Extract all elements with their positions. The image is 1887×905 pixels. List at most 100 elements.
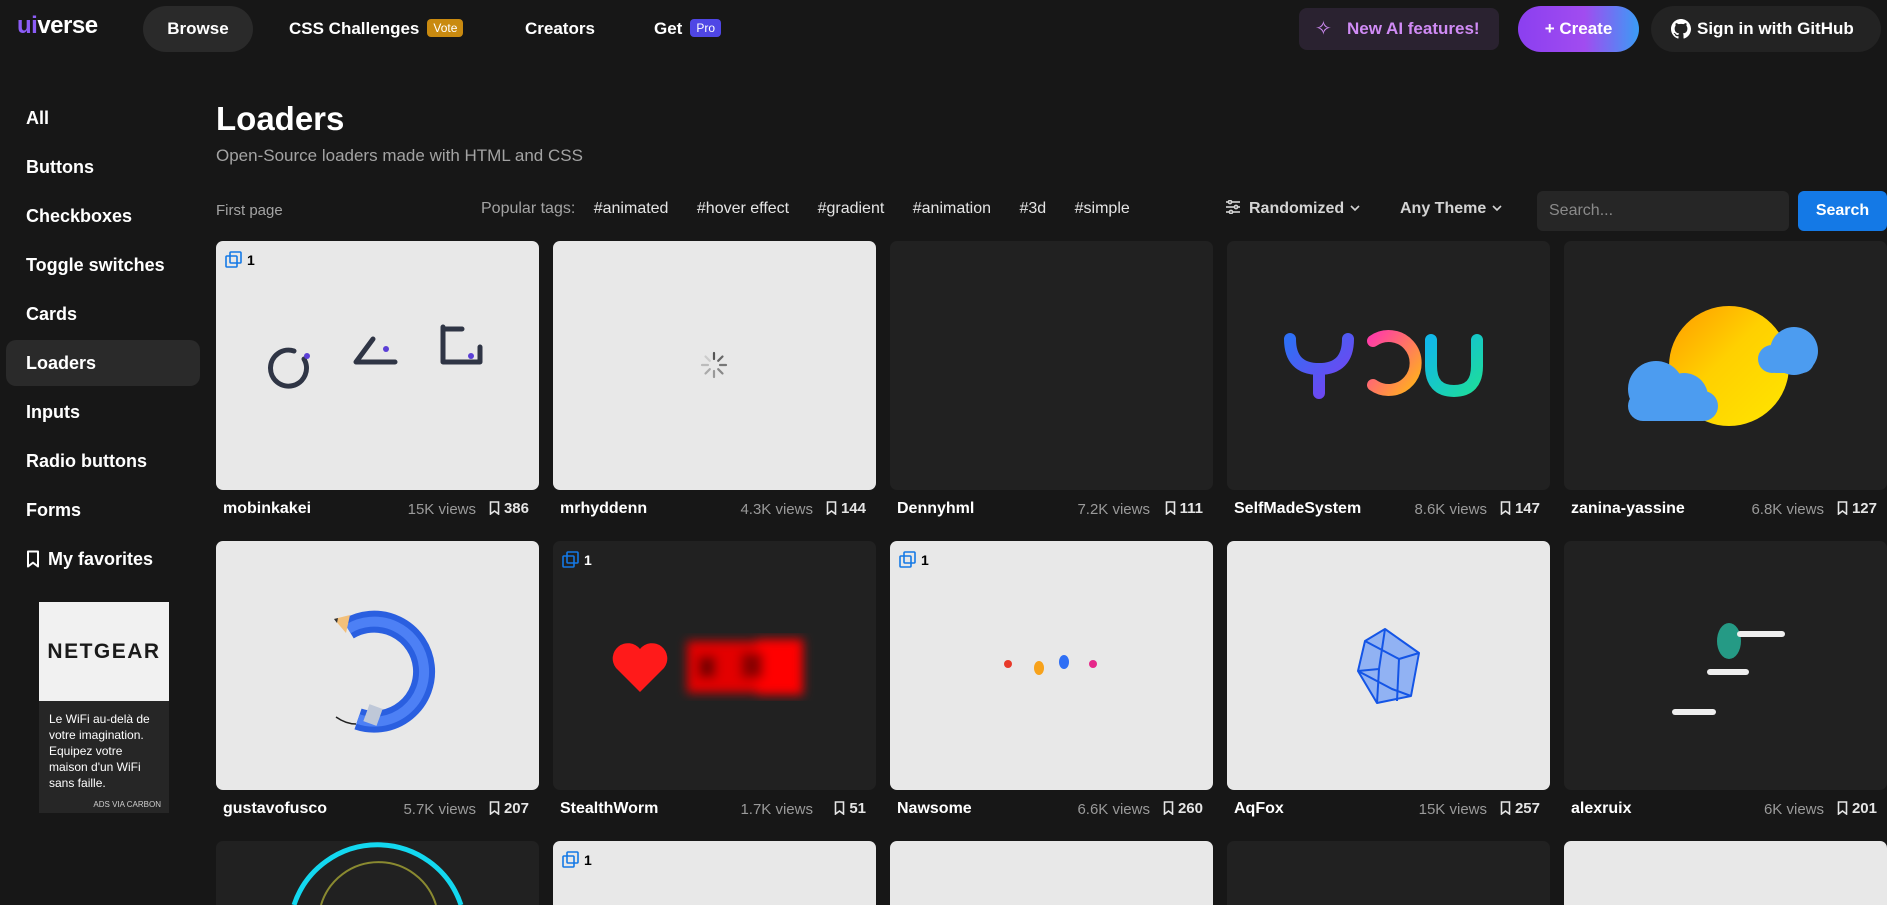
nav-get-pro[interactable]: Get Pro [630, 6, 745, 52]
loader-card[interactable] [1227, 841, 1550, 905]
card-meta: SelfMadeSystem 8.6K views 147 [1227, 498, 1550, 522]
card-meta: gustavofusco 5.7K views 207 [216, 798, 539, 822]
tag-animated[interactable]: #animated [594, 200, 669, 217]
sidebar-item-radio-buttons[interactable]: Radio buttons [6, 438, 200, 484]
card-saves[interactable]: 144 [826, 500, 866, 517]
card-preview[interactable] [1564, 541, 1887, 790]
nav-css-challenges-label: CSS Challenges [289, 19, 420, 38]
nav-creators[interactable]: Creators [501, 6, 619, 52]
sidebar-item-checkboxes[interactable]: Checkboxes [6, 193, 200, 239]
tag-simple[interactable]: #simple [1075, 200, 1130, 217]
loader-card[interactable]: gustavofusco 5.7K views 207 [216, 541, 539, 818]
card-saves[interactable]: 207 [489, 800, 529, 817]
logo-suffix: verse [37, 12, 98, 39]
popular-tags: Popular tags: #animated #hover effect #g… [481, 200, 1154, 218]
sidebar-item-buttons[interactable]: Buttons [6, 144, 200, 190]
sparkles-icon: ✧ [1315, 18, 1332, 40]
card-author[interactable]: SelfMadeSystem [1234, 500, 1361, 518]
sort-dropdown[interactable]: Randomized [1225, 200, 1360, 218]
loader-card[interactable]: zanina-yassine 6.8K views 127 [1564, 241, 1887, 518]
sidebar-item-inputs[interactable]: Inputs [6, 389, 200, 435]
loader-card[interactable]: SelfMadeSystem 8.6K views 147 [1227, 241, 1550, 518]
search-input[interactable] [1537, 191, 1789, 231]
loader-card[interactable]: Dennyhml 7.2K views 111 [890, 241, 1213, 518]
logo-prefix: ui [17, 12, 38, 39]
weather-loader-art [1628, 306, 1818, 426]
card-preview[interactable] [1227, 241, 1550, 490]
search-button[interactable]: Search [1798, 191, 1887, 231]
card-preview[interactable] [1227, 541, 1550, 790]
page-subtitle: Open-Source loaders made with HTML and C… [216, 146, 583, 165]
tag-3d[interactable]: #3d [1019, 200, 1046, 217]
nav-browse[interactable]: Browse [143, 6, 253, 52]
card-views: 6K views [1763, 801, 1824, 818]
tag-animation[interactable]: #animation [913, 200, 991, 217]
loader-card[interactable]: AqFox 15K views 257 [1227, 541, 1550, 818]
card-saves-count: 260 [1177, 800, 1203, 817]
card-saves[interactable]: 111 [1165, 500, 1203, 517]
card-preview[interactable] [890, 241, 1213, 490]
nav-css-challenges[interactable]: CSS Challenges Vote [265, 6, 487, 52]
loader-card[interactable]: 1 StealthWorm 1.7K views 51 [553, 541, 876, 818]
loader-card[interactable]: 1 Nawsome 6.6K views 260 [890, 541, 1213, 818]
loader-card[interactable] [1564, 841, 1887, 905]
sidebar-item-cards[interactable]: Cards [6, 291, 200, 337]
card-author[interactable]: mobinkakei [223, 500, 311, 518]
card-author[interactable]: StealthWorm [560, 800, 658, 818]
card-preview[interactable]: 1 [216, 241, 539, 490]
card-preview[interactable] [1564, 841, 1887, 905]
sidebar-item-all[interactable]: All [6, 95, 200, 141]
card-author[interactable]: Dennyhml [897, 500, 974, 518]
card-preview[interactable] [890, 841, 1213, 905]
loader-card[interactable]: mrhyddenn 4.3K views 144 [553, 241, 876, 518]
card-author[interactable]: Nawsome [897, 800, 972, 818]
card-author[interactable]: mrhyddenn [560, 500, 647, 518]
loader-card[interactable]: 1 mobinkakei 15K views 386 [216, 241, 539, 518]
card-preview[interactable] [216, 541, 539, 790]
card-saves-count: 51 [849, 800, 866, 817]
card-saves[interactable]: 147 [1500, 500, 1540, 517]
card-saves[interactable]: 51 [834, 800, 866, 817]
sliders-icon [1226, 200, 1240, 214]
loader-card[interactable] [216, 841, 539, 905]
pencil-loader-art [334, 610, 436, 733]
sidebar-item-my-favorites[interactable]: My favorites [6, 536, 200, 582]
card-views: 8.6K views [1414, 501, 1487, 518]
card-preview[interactable]: 1 [553, 541, 876, 790]
card-meta: Nawsome 6.6K views 260 [890, 798, 1213, 822]
sidebar-item-loaders[interactable]: Loaders [6, 340, 200, 386]
card-author[interactable]: AqFox [1234, 800, 1284, 818]
card-preview[interactable] [216, 841, 539, 905]
card-preview[interactable] [1227, 841, 1550, 905]
ads-via-carbon[interactable]: ADS VIA CARBON [93, 800, 161, 809]
card-saves[interactable]: 260 [1163, 800, 1203, 817]
card-saves[interactable]: 127 [1837, 500, 1877, 517]
card-saves[interactable]: 386 [489, 500, 529, 517]
loader-card[interactable] [890, 841, 1213, 905]
loader-card[interactable]: 1 [553, 841, 876, 905]
tag-gradient[interactable]: #gradient [818, 200, 885, 217]
card-author[interactable]: zanina-yassine [1571, 500, 1685, 518]
create-button[interactable]: + Create [1518, 6, 1639, 52]
theme-dropdown[interactable]: Any Theme [1400, 200, 1502, 218]
sidebar-item-toggle-switches[interactable]: Toggle switches [6, 242, 200, 288]
card-author[interactable]: alexruix [1571, 800, 1631, 818]
loader-card[interactable]: alexruix 6K views 201 [1564, 541, 1887, 818]
card-views: 6.8K views [1751, 501, 1824, 518]
card-preview[interactable]: 1 [553, 841, 876, 905]
uiverse-logo[interactable]: uiverse [17, 12, 98, 40]
card-author[interactable]: gustavofusco [223, 800, 327, 818]
first-page-link[interactable]: First page [216, 202, 283, 219]
card-preview[interactable]: 1 [890, 541, 1213, 790]
sidebar-item-forms[interactable]: Forms [6, 487, 200, 533]
new-ai-features-button[interactable]: ✧ New AI features! [1299, 8, 1499, 50]
card-meta: zanina-yassine 6.8K views 127 [1564, 498, 1887, 522]
card-preview[interactable] [553, 241, 876, 490]
card-saves[interactable]: 257 [1500, 800, 1540, 817]
carbon-ad[interactable]: NETGEAR Le WiFi au-delà de votre imagina… [39, 602, 169, 813]
sign-in-github-button[interactable]: Sign in with GitHub [1651, 6, 1881, 52]
card-preview[interactable] [1564, 241, 1887, 490]
tag-hover-effect[interactable]: #hover effect [697, 200, 789, 217]
card-saves[interactable]: 201 [1837, 800, 1877, 817]
card-views: 15K views [407, 501, 476, 518]
